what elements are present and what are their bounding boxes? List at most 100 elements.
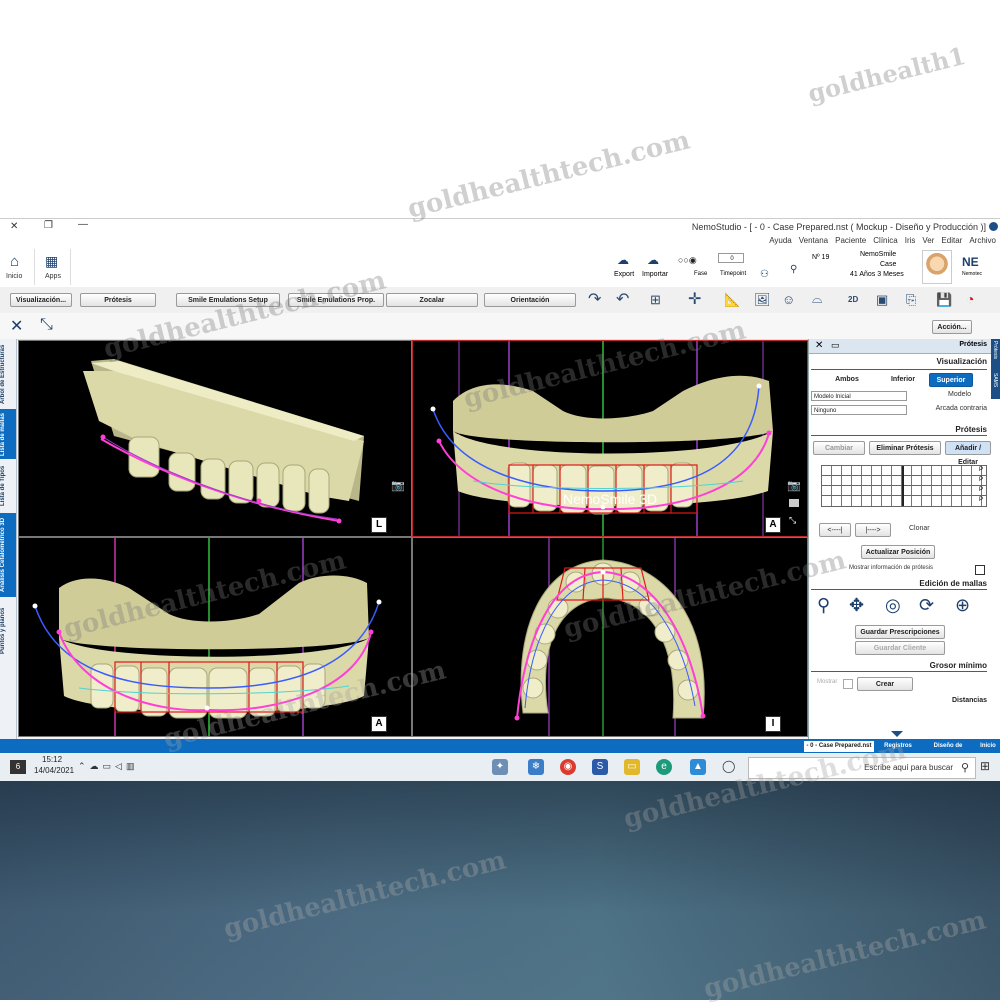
- superior-button[interactable]: Superior: [929, 373, 973, 387]
- arch-guides-icon[interactable]: ⌓: [812, 292, 822, 305]
- search-patient-icon[interactable]: ⚲: [790, 264, 797, 275]
- nemostudio-taskbar-icon[interactable]: ✦: [492, 759, 508, 775]
- inferior-button[interactable]: Inferior: [881, 373, 925, 387]
- file-explorer-icon[interactable]: ▭: [624, 759, 640, 775]
- windows-start-icon[interactable]: ⊞: [980, 759, 990, 773]
- menu-archivo[interactable]: Archivo: [969, 236, 996, 245]
- skype-icon[interactable]: S: [592, 759, 608, 775]
- restore-window-icon[interactable]: ❐: [44, 220, 53, 231]
- chrome-icon[interactable]: ◉: [560, 759, 576, 775]
- clock-date: 14/04/2021: [34, 766, 75, 775]
- patient-number: Nº 19: [812, 254, 830, 261]
- undo-icon[interactable]: ↶: [616, 292, 629, 308]
- crear-button[interactable]: Crear: [857, 677, 913, 691]
- tab-lista-tipos[interactable]: Lista de Tipos: [0, 463, 16, 509]
- target-icon[interactable]: ⊕: [955, 595, 970, 616]
- side-tab-sams[interactable]: SAMS: [992, 373, 998, 387]
- viewport-label-l: L: [371, 517, 387, 533]
- anadir-editar-button[interactable]: Añadir / Editar: [945, 441, 991, 466]
- orientacion-button[interactable]: Orientación: [484, 293, 576, 307]
- protesis-panel: ✕ ▭ Prótesis Prótesis SAMS Visualización…: [808, 339, 1000, 739]
- viewport-lateral[interactable]: 📷 L: [18, 340, 412, 537]
- people-icon[interactable]: ⚇: [760, 269, 769, 280]
- smile-lips-icon[interactable]: ◔: [966, 291, 974, 307]
- crosshair-icon[interactable]: ✛: [688, 292, 701, 308]
- tab-puntos-planos[interactable]: Puntos y planos: [0, 601, 16, 661]
- tab-lista-mallas[interactable]: Lista de mallas: [0, 409, 16, 459]
- menu-ayuda[interactable]: Ayuda: [769, 236, 792, 245]
- layout-grid-icon[interactable]: ⊞: [650, 293, 661, 306]
- guardar-cliente-button[interactable]: Guardar Cliente: [855, 641, 945, 655]
- clonar-left-button[interactable]: <----|: [819, 523, 851, 537]
- side-tab-protesis[interactable]: Prótesis: [992, 341, 998, 359]
- tab-arbol-estructuras[interactable]: Árbol de Estructuras: [0, 341, 16, 407]
- expand-view-icon[interactable]: ⤡: [789, 515, 796, 526]
- inicio-button[interactable]: ⌂ Inicio: [0, 249, 35, 285]
- expand-arrows-icon[interactable]: ⤡: [40, 316, 53, 334]
- redo-icon[interactable]: ↷: [588, 292, 601, 308]
- guardar-prescripciones-button[interactable]: Guardar Prescripciones: [855, 625, 945, 639]
- close-x-icon[interactable]: ✕: [10, 316, 23, 336]
- select-box-icon[interactable]: ▣: [876, 293, 888, 306]
- menu-paciente[interactable]: Paciente: [835, 236, 866, 245]
- image-icon[interactable]: 🖼: [754, 293, 771, 306]
- row-label-p4: P: [979, 497, 984, 503]
- ambos-button[interactable]: Ambos: [825, 373, 869, 387]
- tooth-outline-icon[interactable]: ⚲: [817, 595, 830, 616]
- menu-clinica[interactable]: Clínica: [873, 236, 897, 245]
- doc-tab-diseno-plantillas[interactable]: Diseño de Plantillas: [922, 741, 974, 760]
- export-model-icon[interactable]: ⎘: [906, 293, 916, 306]
- panel-dock-icon[interactable]: ▭: [831, 340, 840, 351]
- media-toggle-icon[interactable]: [789, 499, 799, 507]
- apps-button[interactable]: ▦ Apps: [36, 249, 71, 285]
- mostrar-checkbox[interactable]: [843, 679, 853, 689]
- nemo-app-icon[interactable]: ❄: [528, 759, 544, 775]
- tooth-selection-grid[interactable]: [821, 465, 987, 507]
- eliminar-protesis-button[interactable]: Eliminar Prótesis: [869, 441, 941, 455]
- nemotec-logo: NE: [962, 255, 979, 269]
- viewport-label-i: I: [765, 716, 781, 732]
- notification-center-icon[interactable]: 6: [10, 760, 26, 774]
- task-view-icon[interactable]: ◯: [722, 759, 735, 773]
- menu-iris[interactable]: Iris: [905, 236, 916, 245]
- timepoint-field[interactable]: 0: [718, 253, 744, 263]
- close-window-icon[interactable]: ✕: [10, 221, 18, 232]
- panel-close-icon[interactable]: ✕: [815, 340, 823, 351]
- minimize-window-icon[interactable]: —: [78, 219, 88, 230]
- section-visualizacion: Visualización: [936, 357, 987, 366]
- viewport-occlusal[interactable]: I: [412, 537, 808, 737]
- menu-ver[interactable]: Ver: [922, 236, 934, 245]
- actualizar-posicion-button[interactable]: Actualizar Posición: [861, 545, 935, 559]
- tab-analisis-cefalometrico[interactable]: Análisis Cefalométrico 3D: [0, 513, 16, 597]
- cambiar-button[interactable]: Cambiar: [813, 441, 865, 455]
- rotate-icon[interactable]: ⟳: [919, 595, 934, 616]
- fase-selector[interactable]: ○○◉: [678, 255, 697, 266]
- doc-tab-inicio[interactable]: Inicio: [978, 741, 998, 752]
- protesis-toolbar-button[interactable]: Prótesis: [80, 293, 156, 307]
- ruler-icon[interactable]: 📐: [724, 293, 740, 306]
- system-tray-icons[interactable]: ⌃☁▭◁▥: [78, 761, 138, 772]
- camera-icon[interactable]: 📷: [787, 479, 801, 492]
- clonar-right-button[interactable]: |---->: [855, 523, 891, 537]
- patient-avatar[interactable]: [922, 250, 952, 284]
- save-icon[interactable]: 💾: [936, 293, 952, 306]
- zocalar-button[interactable]: Zocalar: [386, 293, 478, 307]
- view-2d-toggle[interactable]: 2D: [848, 295, 858, 304]
- scale-circle-icon[interactable]: ◎: [885, 595, 901, 616]
- move-xyz-icon[interactable]: ✥: [849, 595, 864, 616]
- camera-icon[interactable]: 📷: [391, 479, 405, 492]
- mostrar-info-checkbox[interactable]: [975, 565, 985, 575]
- menu-ventana[interactable]: Ventana: [799, 236, 828, 245]
- accion-button[interactable]: Acción...: [932, 320, 972, 334]
- menu-bar: Archivo Editar Ver Iris Clínica Paciente…: [0, 235, 1000, 247]
- arcada-select[interactable]: Ninguno: [811, 405, 907, 415]
- visualizacion-menu-button[interactable]: Visualización...: [10, 293, 72, 307]
- modelo-select[interactable]: Modelo Inicial: [811, 391, 907, 401]
- edge-icon[interactable]: e: [656, 759, 672, 775]
- face-smile-icon[interactable]: ☺: [782, 293, 795, 306]
- menu-editar[interactable]: Editar: [941, 236, 962, 245]
- apps-grid-icon: ▦: [45, 253, 58, 269]
- left-tab-strip: Árbol de Estructuras Lista de mallas Lis…: [0, 339, 17, 739]
- nemostudio-window: ✕ ❐ — NemoStudio - [ - 0 - Case Prepared…: [0, 218, 1000, 781]
- photos-icon[interactable]: ▲: [690, 759, 706, 775]
